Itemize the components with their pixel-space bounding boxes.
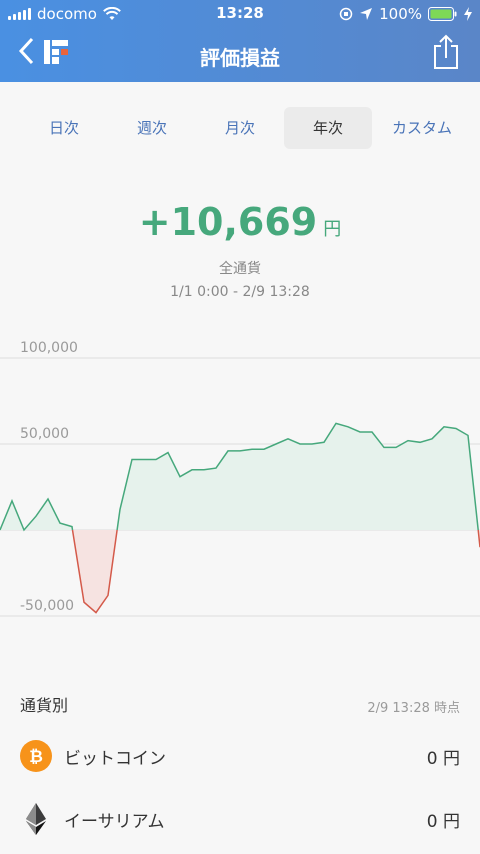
holding-row-bitcoin[interactable]: ₿ ビットコイン 0 円	[20, 730, 460, 782]
app-header: docomo 13:28 100% 評価損益	[0, 0, 480, 82]
nav-bar: 評価損益	[0, 34, 480, 74]
tab-daily[interactable]: 日次	[20, 107, 108, 149]
period-tabs: 日次 週次 月次 年次 カスタム	[0, 107, 480, 149]
page-title: 評価損益	[200, 46, 280, 70]
pl-value: +10,669	[138, 200, 318, 244]
holding-name: ビットコイン	[64, 748, 166, 769]
svg-text:₿: ₿	[29, 747, 43, 767]
charging-icon	[464, 7, 472, 21]
rotation-lock-icon	[339, 7, 353, 21]
bitcoin-icon: ₿	[20, 740, 52, 772]
holding-value: 0 円	[426, 748, 460, 769]
as-of-time: 2/9 13:28 時点	[367, 701, 460, 716]
battery-icon	[428, 7, 457, 21]
currency-scope: 全通貨	[219, 261, 261, 277]
y-tick-label: -50,000	[20, 598, 74, 614]
pl-chart: 100,000 50,000 -50,000	[0, 340, 480, 617]
tab-weekly[interactable]: 週次	[108, 107, 196, 149]
tab-monthly[interactable]: 月次	[196, 107, 284, 149]
date-range: 1/1 0:00 - 2/9 13:28	[170, 284, 310, 300]
tab-custom[interactable]: カスタム	[372, 107, 472, 149]
section-title: 通貨別	[20, 696, 69, 715]
holding-row-ethereum[interactable]: イーサリアム 0 円	[20, 793, 460, 845]
location-icon	[360, 8, 373, 20]
ethereum-icon	[20, 803, 52, 835]
pl-amount: +10,669 円	[0, 200, 480, 244]
positive-area	[117, 423, 479, 530]
y-tick-label: 100,000	[20, 340, 78, 356]
battery-percent: 100%	[379, 5, 422, 23]
holding-value: 0 円	[426, 811, 460, 832]
status-bar: docomo 13:28 100%	[0, 0, 480, 28]
y-tick-label: 50,000	[20, 426, 69, 442]
tab-yearly[interactable]: 年次	[284, 107, 372, 149]
share-icon[interactable]	[432, 34, 460, 70]
holding-name: イーサリアム	[64, 811, 165, 832]
pl-unit: 円	[323, 219, 342, 240]
